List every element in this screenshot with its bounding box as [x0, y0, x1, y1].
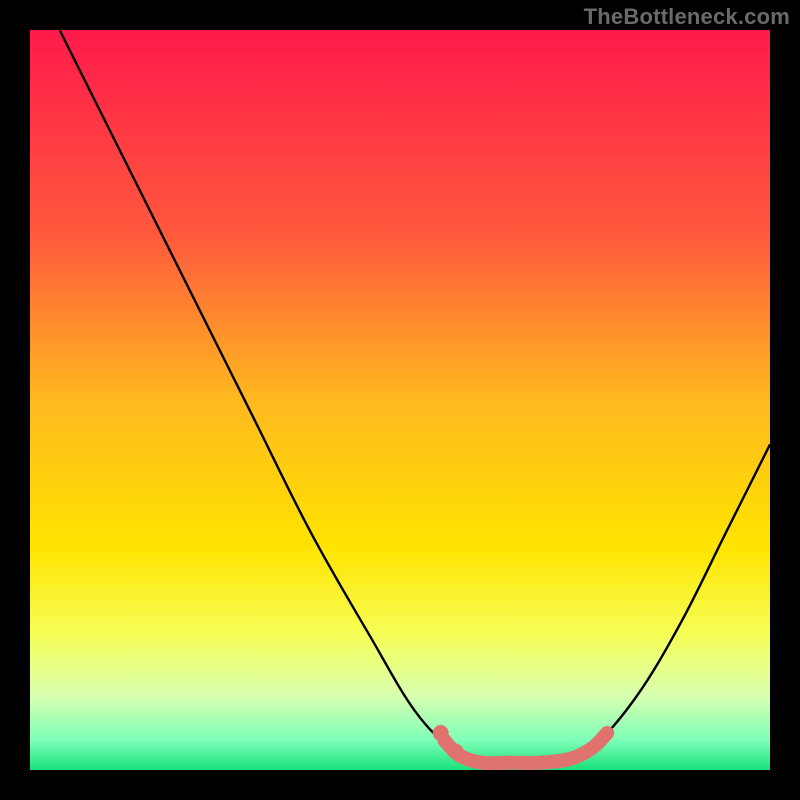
bottleneck-chart: [30, 30, 770, 770]
chart-frame: [30, 30, 770, 770]
watermark-text: TheBottleneck.com: [584, 4, 790, 30]
highlight-dot: [433, 725, 449, 741]
highlight-dot: [448, 744, 464, 760]
